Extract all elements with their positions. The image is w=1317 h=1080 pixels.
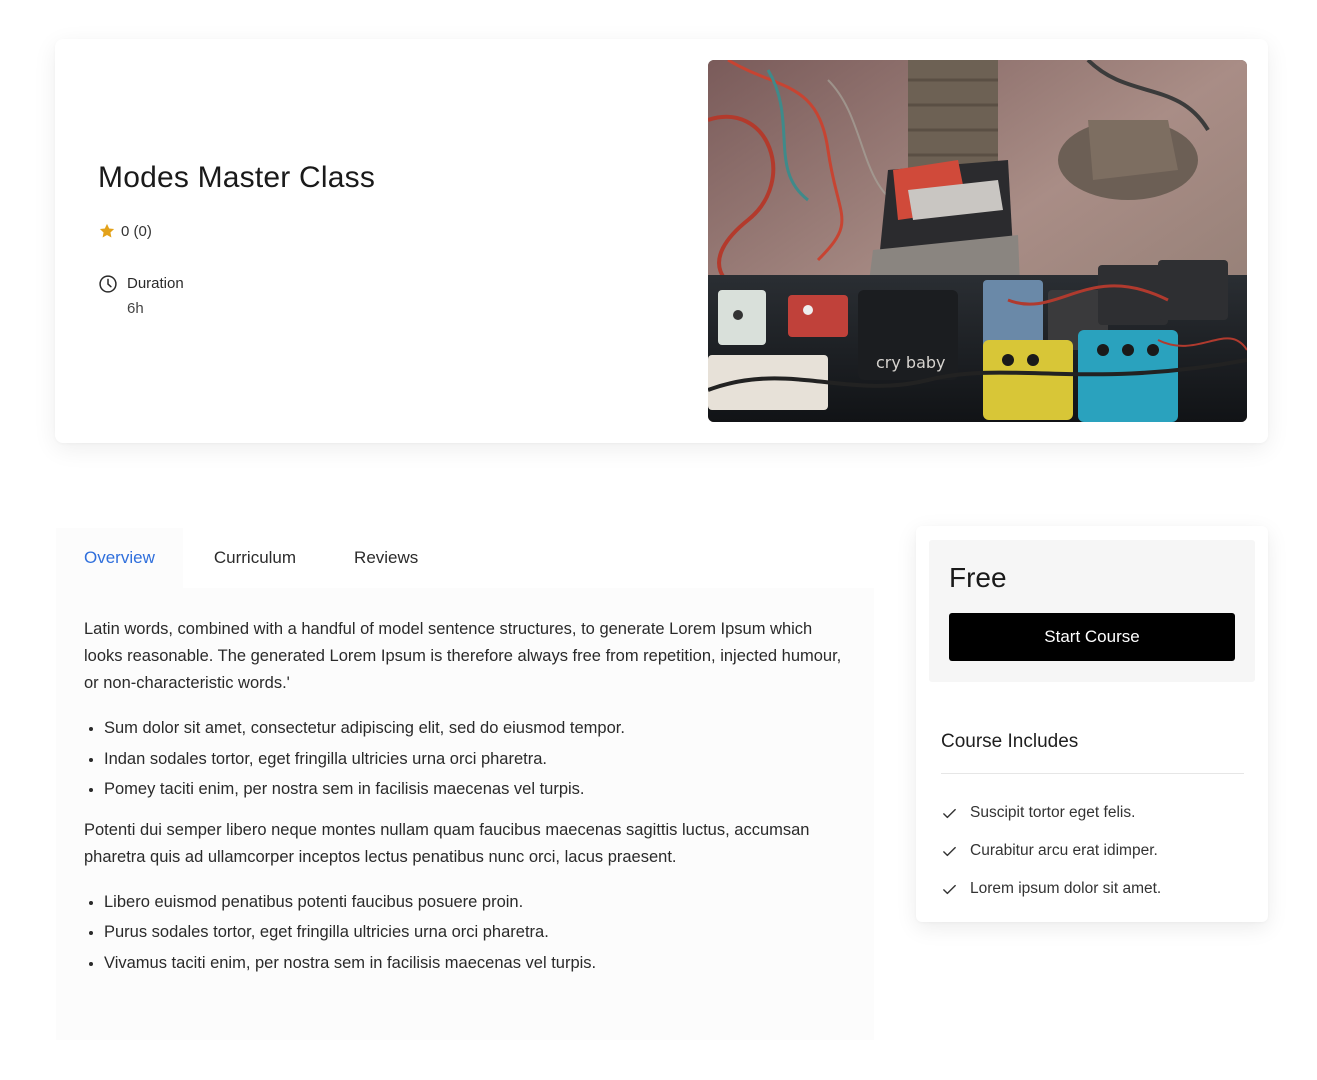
tab-reviews[interactable]: Reviews — [325, 528, 446, 588]
check-icon — [943, 808, 956, 818]
list-item: Curabitur arcu erat idimper. — [941, 832, 1161, 870]
course-price: Free — [949, 562, 1007, 593]
course-cover-image: cry baby — [708, 60, 1247, 422]
include-item-text: Suscipit tortor eget felis. — [970, 804, 1136, 821]
list-item: Indan sodales tortor, eget fringilla ult… — [104, 744, 844, 775]
overview-list: Libero euismod penatibus potenti faucibu… — [84, 887, 844, 979]
start-course-button[interactable]: Start Course — [949, 613, 1235, 661]
duration-label: Duration — [127, 275, 184, 292]
list-item: Suscipit tortor eget felis. — [941, 794, 1161, 832]
list-item: Pomey taciti enim, per nostra sem in fac… — [104, 774, 844, 805]
tab-overview[interactable]: Overview — [56, 528, 183, 588]
check-icon — [943, 884, 956, 894]
tab-curriculum[interactable]: Curriculum — [183, 528, 325, 588]
course-rating: 0 (0) — [98, 222, 152, 240]
guitar-pedalboard-photo: cry baby — [708, 60, 1247, 422]
pedal-label-text: cry baby — [876, 353, 946, 372]
course-includes-list: Suscipit tortor eget felis. Curabitur ar… — [941, 794, 1161, 908]
overview-paragraph: Latin words, combined with a handful of … — [84, 620, 842, 692]
list-item: Purus sodales tortor, eget fringilla ult… — [104, 917, 844, 948]
rating-text: 0 (0) — [121, 222, 152, 240]
course-tabs: Overview Curriculum Reviews — [56, 528, 874, 588]
course-details-panel: Overview Curriculum Reviews Latin words,… — [56, 528, 874, 1040]
list-item: Libero euismod penatibus potenti faucibu… — [104, 887, 844, 918]
clock-icon — [99, 275, 117, 293]
duration-value: 6h — [127, 300, 144, 317]
overview-list: Sum dolor sit amet, consectetur adipisci… — [84, 713, 844, 805]
list-item: Sum dolor sit amet, consectetur adipisci… — [104, 713, 844, 744]
course-includes-title: Course Includes — [941, 731, 1079, 752]
star-icon — [99, 223, 115, 238]
include-item-text: Lorem ipsum dolor sit amet. — [970, 880, 1162, 897]
list-item: Lorem ipsum dolor sit amet. — [941, 870, 1161, 908]
course-title: Modes Master Class — [98, 161, 376, 194]
overview-content: Latin words, combined with a handful of … — [84, 616, 844, 990]
course-hero-card: Modes Master Class 0 (0) Duration 6h cry… — [55, 39, 1268, 443]
course-duration: Duration 6h — [98, 274, 184, 319]
list-item: Vivamus taciti enim, per nostra sem in f… — [104, 948, 844, 979]
enroll-card: Free Start Course Course Includes Suscip… — [916, 526, 1268, 922]
divider — [941, 773, 1244, 774]
include-item-text: Curabitur arcu erat idimper. — [970, 842, 1158, 859]
price-box: Free Start Course — [929, 540, 1255, 682]
overview-paragraph: Potenti dui semper libero neque montes n… — [84, 820, 810, 866]
check-icon — [943, 846, 956, 856]
